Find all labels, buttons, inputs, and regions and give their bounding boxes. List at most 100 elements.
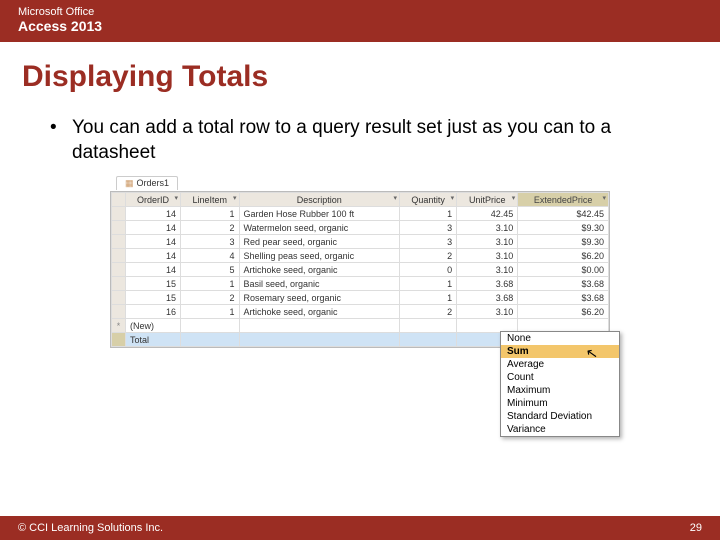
col-orderid[interactable]: OrderID▾ [126, 193, 181, 207]
row-selector[interactable] [112, 305, 126, 319]
screenshot-frame: Orders1 OrderID▾ LineItem▾ Description▾ … [110, 173, 610, 348]
table-row[interactable]: 141Garden Hose Rubber 100 ft142.45$42.45 [112, 207, 609, 221]
col-description[interactable]: Description▾ [239, 193, 400, 207]
col-extendedprice[interactable]: ExtendedPrice▾ [518, 193, 609, 207]
cell[interactable]: Garden Hose Rubber 100 ft [239, 207, 400, 221]
page-title: Displaying Totals [0, 42, 720, 108]
row-selector[interactable] [112, 291, 126, 305]
cell[interactable]: Rosemary seed, organic [239, 291, 400, 305]
dropdown-option[interactable]: Count [501, 371, 619, 384]
cell[interactable]: 14 [126, 235, 181, 249]
chevron-down-icon[interactable]: ▾ [451, 194, 455, 202]
cell[interactable]: 3.10 [457, 305, 518, 319]
row-selector[interactable] [112, 249, 126, 263]
cell[interactable]: Shelling peas seed, organic [239, 249, 400, 263]
table-row[interactable]: 144Shelling peas seed, organic23.10$6.20 [112, 249, 609, 263]
cell[interactable]: $6.20 [518, 305, 609, 319]
cell[interactable]: 14 [126, 249, 181, 263]
cell[interactable]: 1 [181, 305, 239, 319]
cell[interactable]: 3.10 [457, 263, 518, 277]
cell[interactable]: 14 [126, 263, 181, 277]
dropdown-option[interactable]: Sum [501, 345, 619, 358]
cell[interactable]: Basil seed, organic [239, 277, 400, 291]
cell[interactable]: 3.10 [457, 249, 518, 263]
cell[interactable]: $9.30 [518, 221, 609, 235]
dropdown-option[interactable]: None [501, 332, 619, 345]
new-row-icon: * [112, 319, 126, 333]
row-selector-header [112, 193, 126, 207]
cell[interactable]: 2 [181, 291, 239, 305]
row-selector[interactable] [112, 235, 126, 249]
table-row[interactable]: 145Artichoke seed, organic03.10$0.00 [112, 263, 609, 277]
cell[interactable]: 14 [126, 221, 181, 235]
cell[interactable]: $6.20 [518, 249, 609, 263]
cell[interactable]: 1 [181, 277, 239, 291]
cell[interactable]: 3.68 [457, 291, 518, 305]
cell[interactable]: 3 [181, 235, 239, 249]
total-row-selector[interactable] [112, 333, 126, 347]
dropdown-option[interactable]: Average [501, 358, 619, 371]
cell[interactable]: 3.10 [457, 235, 518, 249]
row-selector[interactable] [112, 207, 126, 221]
cell[interactable]: 15 [126, 291, 181, 305]
cell[interactable]: 1 [400, 277, 457, 291]
cell[interactable]: 3.10 [457, 221, 518, 235]
row-selector[interactable] [112, 277, 126, 291]
datasheet-grid: OrderID▾ LineItem▾ Description▾ Quantity… [110, 191, 610, 348]
chevron-down-icon[interactable]: ▾ [175, 194, 179, 202]
cell[interactable]: 3 [400, 221, 457, 235]
cell[interactable]: 3.68 [457, 277, 518, 291]
bullet-item: You can add a total row to a query resul… [50, 116, 670, 165]
dropdown-option[interactable]: Variance [501, 423, 619, 436]
cell[interactable]: 2 [400, 249, 457, 263]
table-row[interactable]: 142Watermelon seed, organic33.10$9.30 [112, 221, 609, 235]
cell[interactable]: $3.68 [518, 277, 609, 291]
table-row[interactable]: 151Basil seed, organic13.68$3.68 [112, 277, 609, 291]
total-label: Total [126, 333, 181, 347]
page-number: 29 [690, 522, 702, 534]
aggregate-dropdown[interactable]: NoneSumAverageCountMaximumMinimumStandar… [500, 331, 620, 437]
cell[interactable]: Watermelon seed, organic [239, 221, 400, 235]
chevron-down-icon[interactable]: ▾ [233, 194, 237, 202]
cell[interactable]: 2 [181, 221, 239, 235]
copyright: © CCI Learning Solutions Inc. [18, 522, 163, 534]
brand-line: Microsoft Office [18, 6, 702, 18]
table-row[interactable]: 161Artichoke seed, organic23.10$6.20 [112, 305, 609, 319]
dropdown-option[interactable]: Maximum [501, 384, 619, 397]
cell[interactable]: $3.68 [518, 291, 609, 305]
row-selector[interactable] [112, 221, 126, 235]
cell[interactable]: 1 [181, 207, 239, 221]
chevron-down-icon[interactable]: ▾ [602, 194, 606, 202]
cell[interactable]: 16 [126, 305, 181, 319]
cell[interactable]: 1 [400, 207, 457, 221]
cell[interactable]: Red pear seed, organic [239, 235, 400, 249]
col-quantity[interactable]: Quantity▾ [400, 193, 457, 207]
cell[interactable]: Artichoke seed, organic [239, 305, 400, 319]
table-row[interactable]: 152Rosemary seed, organic13.68$3.68 [112, 291, 609, 305]
cell[interactable]: $0.00 [518, 263, 609, 277]
cell[interactable]: 2 [400, 305, 457, 319]
chevron-down-icon[interactable]: ▾ [394, 194, 398, 202]
cell[interactable]: 14 [126, 207, 181, 221]
grid-body: 141Garden Hose Rubber 100 ft142.45$42.45… [112, 207, 609, 347]
cell[interactable]: $9.30 [518, 235, 609, 249]
cell[interactable]: 3 [400, 235, 457, 249]
bullet-list: You can add a total row to a query resul… [0, 108, 720, 165]
dropdown-option[interactable]: Standard Deviation [501, 410, 619, 423]
cell[interactable]: 1 [400, 291, 457, 305]
cell[interactable]: 42.45 [457, 207, 518, 221]
row-selector[interactable] [112, 263, 126, 277]
cell[interactable]: $42.45 [518, 207, 609, 221]
table-row[interactable]: 143Red pear seed, organic33.10$9.30 [112, 235, 609, 249]
cell[interactable]: 4 [181, 249, 239, 263]
dropdown-option[interactable]: Minimum [501, 397, 619, 410]
cell[interactable]: 5 [181, 263, 239, 277]
cell[interactable]: 0 [400, 263, 457, 277]
column-header-row: OrderID▾ LineItem▾ Description▾ Quantity… [112, 193, 609, 207]
col-unitprice[interactable]: UnitPrice▾ [457, 193, 518, 207]
cell[interactable]: Artichoke seed, organic [239, 263, 400, 277]
cell[interactable]: 15 [126, 277, 181, 291]
col-lineitem[interactable]: LineItem▾ [181, 193, 239, 207]
chevron-down-icon[interactable]: ▾ [512, 194, 516, 202]
datasheet-tab[interactable]: Orders1 [116, 176, 178, 190]
